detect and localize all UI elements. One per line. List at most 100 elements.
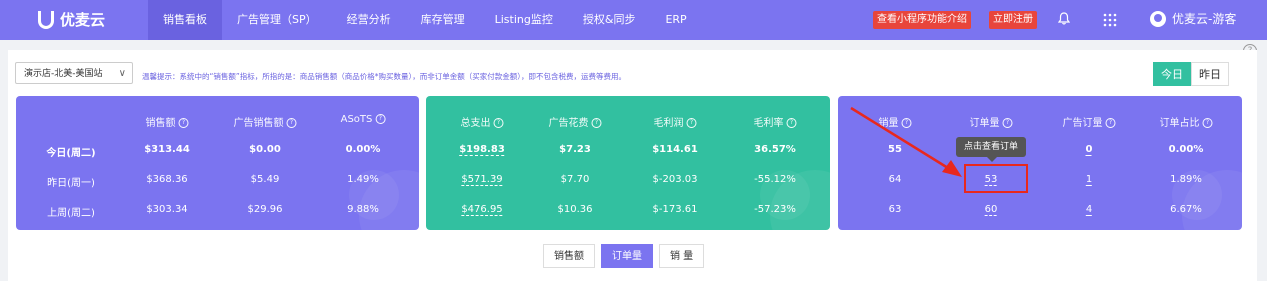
cell-value: $5.49 [250,174,280,185]
question-icon[interactable]: ? [686,118,697,128]
header-label: ASoTS [340,114,373,125]
cell-value: 64 [888,174,902,185]
sales-panel: 销售额? 广告销售额? ASoTS? 今日(周二) 昨日(周一) 上周(周二) … [16,96,419,230]
total-spend-link[interactable]: $476.95 [461,204,502,215]
register-button[interactable]: 立即注册 [989,11,1037,29]
nav-item-auth-sync[interactable]: 授权&同步 [568,0,651,40]
orders-panel: 销量? 订单量? 广告订量? 订单占比? 55 0 0.00% 64 53 1 … [838,96,1242,230]
question-icon[interactable]: ? [591,118,602,128]
cell-value: $0.00 [249,144,281,155]
header-asots: ASoTS? [341,114,386,125]
header-sales: 销售额? [146,114,189,129]
cell-value: 1.89% [1170,174,1202,185]
cell-value: $7.23 [559,144,591,155]
ad-orders-link[interactable]: 1 [1086,174,1092,185]
promo-button[interactable]: 查看小程序功能介绍 [873,11,971,29]
app-logo[interactable]: 优麦云 [38,9,105,30]
row-label-yesterday: 昨日(周一) [47,178,95,189]
day-toggle: 今日 昨日 [1153,62,1229,86]
store-select[interactable]: 演示店-北美-美国站 ∨ [15,62,133,84]
tip-text: 温馨提示：系统中的“销售额”指标，所指的是：商品销售额（商品价格*购买数量），而… [142,72,627,81]
header-label: 总支出 [460,118,491,129]
nav-item-listing-monitor[interactable]: Listing监控 [480,0,568,40]
cell-value: 63 [888,204,902,215]
header-label: 销量 [878,118,899,129]
header-label: 广告销售额 [233,118,284,129]
tab-sales[interactable]: 销售额 [543,244,595,268]
cell-value: $10.36 [557,204,593,215]
cell-value: 1.49% [347,174,379,185]
header-order-share: 订单占比? [1160,114,1213,129]
header-label: 订单占比 [1159,118,1200,129]
cell-value: 6.67% [1170,204,1202,215]
cell-value: $368.36 [146,174,188,185]
apps-grid-icon[interactable] [1103,13,1117,27]
ad-orders-link[interactable]: 4 [1086,204,1092,215]
cell-value: -57.23% [754,204,796,215]
top-navbar: 优麦云 销售看板 广告管理（SP） 经营分析 库存管理 Listing监控 授权… [0,0,1267,40]
question-icon[interactable]: ? [286,118,297,128]
cell-value: 9.88% [347,204,379,215]
question-icon[interactable]: ? [178,118,189,128]
logo-icon [38,10,54,29]
header-label: 广告订量 [1062,118,1103,129]
total-spend-link[interactable]: $571.39 [461,174,502,185]
cell-value: 55 [888,144,902,155]
total-spend-link[interactable]: $198.83 [459,144,505,155]
cell-value: $303.34 [146,204,188,215]
header-gross-margin: 毛利率? [754,114,797,129]
cell-value: $-173.61 [652,204,698,215]
user-name: 优麦云-游客 [1172,12,1237,26]
header-label: 毛利润 [653,118,684,129]
highlight-box [964,164,1028,193]
metric-tabs: 销售额 订单量 销 量 [543,244,705,268]
bell-icon[interactable] [1058,12,1070,25]
cell-value: 0.00% [345,144,381,155]
orders-link[interactable]: 60 [985,204,998,215]
cell-value: $7.70 [560,174,590,185]
cell-value: $29.96 [247,204,283,215]
header-gross-profit: 毛利润? [654,114,697,129]
header-label: 销售额 [145,118,176,129]
nav-item-inventory[interactable]: 库存管理 [406,0,480,40]
header-ad-spend: 广告花费? [549,114,602,129]
cell-value: $114.61 [652,144,698,155]
question-icon[interactable]: ? [493,118,504,128]
main-nav: 销售看板 广告管理（SP） 经营分析 库存管理 Listing监控 授权&同步 … [148,0,702,40]
cell-value: $313.44 [144,144,190,155]
header-label: 毛利率 [753,118,784,129]
row-label-last-week: 上周(周二) [47,208,95,219]
header-label: 订单量 [969,118,1000,129]
view-orders-tooltip: 点击查看订单 [956,137,1026,162]
nav-item-erp[interactable]: ERP [650,0,701,40]
store-select-value: 演示店-北美-美国站 [24,69,103,79]
question-icon[interactable]: ? [1202,118,1213,128]
header-total-spend: 总支出? [461,114,504,129]
nav-item-ad-management[interactable]: 广告管理（SP） [222,0,332,40]
tab-units[interactable]: 销 量 [659,244,705,268]
question-icon[interactable]: ? [1105,118,1116,128]
header-label: 广告花费 [548,118,589,129]
avatar-icon [1150,10,1166,27]
row-label-today: 今日(周二) [46,148,96,159]
chevron-down-icon: ∨ [118,68,126,79]
nav-item-sales-board[interactable]: 销售看板 [148,0,222,40]
cell-value: 0.00% [1168,144,1204,155]
ad-orders-link[interactable]: 0 [1086,144,1093,155]
question-icon[interactable]: ? [901,118,912,128]
header-orders: 订单量? [970,114,1013,129]
yesterday-button[interactable]: 昨日 [1191,62,1229,86]
cell-value: $-203.03 [652,174,698,185]
header-ad-sales: 广告销售额? [234,114,297,129]
question-icon[interactable]: ? [375,114,386,124]
question-icon[interactable]: ? [786,118,797,128]
today-button[interactable]: 今日 [1153,62,1191,86]
cell-value: 36.57% [754,144,796,155]
user-menu[interactable]: 优麦云-游客 [1150,10,1236,27]
cell-value: -55.12% [754,174,796,185]
app-name: 优麦云 [60,11,106,29]
tab-orders[interactable]: 订单量 [601,244,653,268]
nav-item-business-analysis[interactable]: 经营分析 [332,0,406,40]
question-icon[interactable]: ? [1002,118,1013,128]
header-ad-orders: 广告订量? [1063,114,1116,129]
